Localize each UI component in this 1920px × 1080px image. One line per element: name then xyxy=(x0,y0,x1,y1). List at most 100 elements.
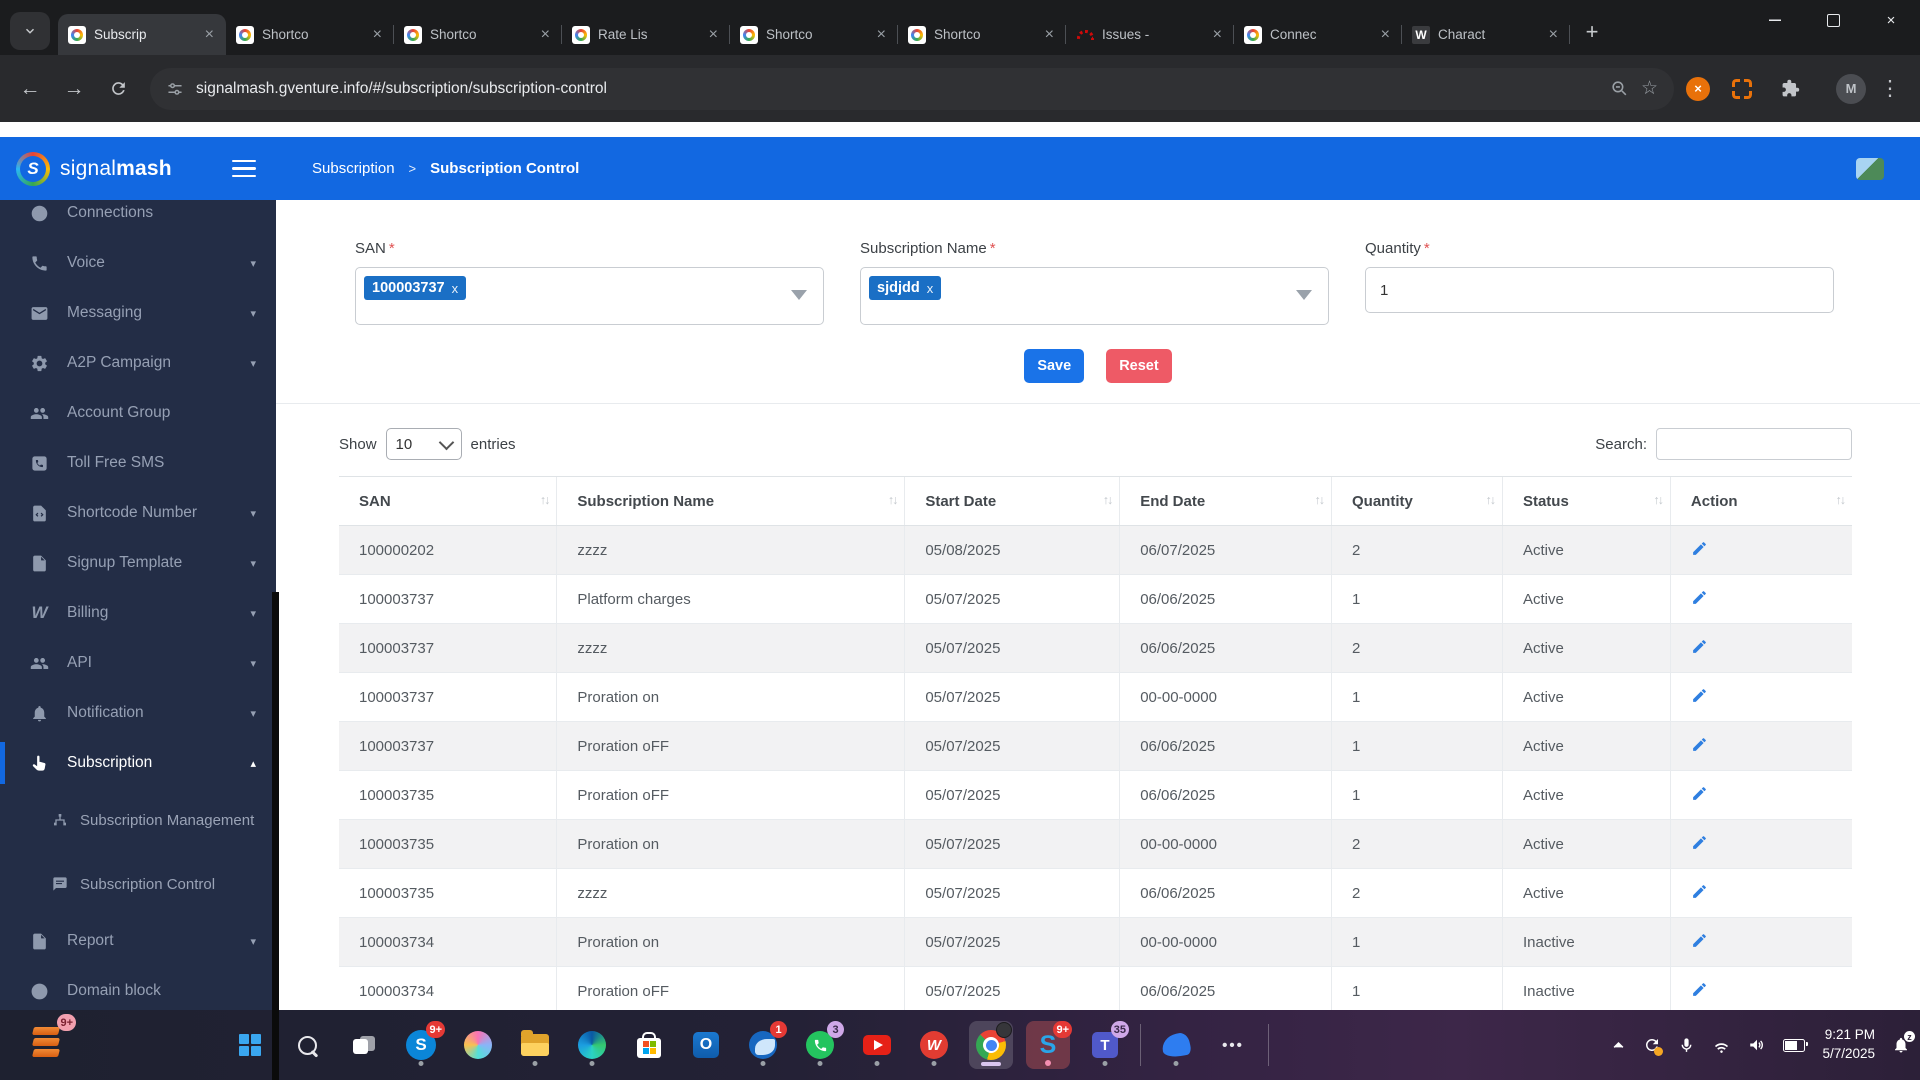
address-bar[interactable]: signalmash.gventure.info/#/subscription/… xyxy=(150,67,1674,110)
wifi-tray-icon[interactable] xyxy=(1712,1036,1731,1055)
maximize-button[interactable] xyxy=(1804,0,1862,40)
reload-button[interactable] xyxy=(98,69,138,109)
tab-close-icon[interactable]: × xyxy=(1211,26,1224,44)
san-chip[interactable]: 100003737 x xyxy=(364,276,467,300)
browser-tab[interactable]: Subscrip × xyxy=(58,14,226,55)
hidden-icons-button[interactable] xyxy=(1611,1038,1626,1053)
microphone-tray-icon[interactable] xyxy=(1678,1037,1695,1054)
tab-close-icon[interactable]: × xyxy=(875,26,888,44)
chip-remove-icon[interactable]: x xyxy=(927,281,934,296)
column-header[interactable]: SAN ↑↓ xyxy=(339,476,557,526)
tab-close-icon[interactable]: × xyxy=(371,26,384,44)
edit-button[interactable] xyxy=(1691,834,1708,851)
sidebar-item-subscription[interactable]: Subscription ▴ xyxy=(0,738,276,788)
sync-tray-icon[interactable] xyxy=(1643,1036,1664,1056)
back-button[interactable]: ← xyxy=(10,69,50,109)
tab-close-icon[interactable]: × xyxy=(1043,26,1056,44)
sidebar-item-api[interactable]: API ▾ xyxy=(0,638,276,688)
browser-tab[interactable]: Shortco × xyxy=(226,14,394,55)
edit-button[interactable] xyxy=(1691,589,1708,606)
zoom-icon[interactable] xyxy=(1610,79,1629,98)
teams-button[interactable]: T 35 xyxy=(1083,1021,1129,1069)
taskbar-clock[interactable]: 9:21 PM 5/7/2025 xyxy=(1822,1026,1875,1064)
breadcrumb-root[interactable]: Subscription xyxy=(312,160,395,177)
taskbar-corner-app-icon[interactable]: 9+ xyxy=(24,1014,76,1066)
sidebar-subitem-subscription-management[interactable]: Subscription Management xyxy=(0,788,276,852)
chrome-button[interactable] xyxy=(969,1021,1013,1069)
edit-button[interactable] xyxy=(1691,687,1708,704)
sidebar-item-shortcode-number[interactable]: Shortcode Number ▾ xyxy=(0,488,276,538)
subscription-name-select[interactable]: sjdjdd x xyxy=(860,267,1329,325)
minimize-button[interactable] xyxy=(1746,0,1804,40)
outlook-button[interactable]: O xyxy=(684,1021,728,1069)
battery-tray-icon[interactable] xyxy=(1783,1038,1809,1052)
sidebar-toggle-button[interactable] xyxy=(228,156,260,182)
skype-app-button[interactable]: S 9+ xyxy=(399,1021,445,1069)
bookmark-star-icon[interactable]: ☆ xyxy=(1641,77,1658,100)
site-info-icon[interactable] xyxy=(166,80,184,98)
column-header[interactable]: End Date ↑↓ xyxy=(1119,476,1332,526)
sidebar-item-notification[interactable]: Notification ▾ xyxy=(0,688,276,738)
close-button[interactable]: × xyxy=(1862,0,1920,40)
tab-close-icon[interactable]: × xyxy=(707,26,720,44)
notifications-button[interactable]: z xyxy=(1892,1031,1915,1054)
browser-menu-button[interactable]: ⋮ xyxy=(1870,69,1910,109)
wps-office-button[interactable]: W xyxy=(912,1021,956,1069)
edit-button[interactable] xyxy=(1691,540,1708,557)
sidebar-item-toll-free-sms[interactable]: Toll Free SMS xyxy=(0,438,276,488)
copilot-button[interactable] xyxy=(456,1021,500,1069)
tab-close-icon[interactable]: × xyxy=(1547,26,1560,44)
sidebar-item-account-group[interactable]: Account Group xyxy=(0,388,276,438)
task-view-button[interactable] xyxy=(342,1021,386,1069)
page-size-select[interactable]: 10 xyxy=(385,428,462,460)
forward-button[interactable]: → xyxy=(54,69,94,109)
whatsapp-button[interactable]: 3 xyxy=(798,1021,844,1069)
edge-button[interactable] xyxy=(570,1021,614,1069)
start-button[interactable] xyxy=(228,1021,272,1069)
tab-close-icon[interactable]: × xyxy=(539,26,552,44)
sidebar-subitem-subscription-control[interactable]: Subscription Control xyxy=(0,852,276,916)
browser-tab[interactable]: Shortco × xyxy=(898,14,1066,55)
youtube-button[interactable] xyxy=(855,1021,899,1069)
column-header[interactable]: Status ↑↓ xyxy=(1501,476,1671,526)
sidebar-item-voice[interactable]: Voice ▾ xyxy=(0,238,276,288)
profile-avatar[interactable]: M xyxy=(1836,73,1866,104)
edit-button[interactable] xyxy=(1691,932,1708,949)
tab-search-button[interactable] xyxy=(10,12,50,50)
browser-tab[interactable]: Shortco × xyxy=(730,14,898,55)
column-header[interactable]: Subscription Name ↑↓ xyxy=(556,476,905,526)
screen-capture-extension-icon[interactable] xyxy=(1732,79,1752,99)
tab-close-icon[interactable]: × xyxy=(1379,26,1392,44)
sidebar-item-messaging[interactable]: Messaging ▾ xyxy=(0,288,276,338)
edit-button[interactable] xyxy=(1691,785,1708,802)
extensions-button[interactable] xyxy=(1770,69,1810,109)
save-button[interactable]: Save xyxy=(1024,349,1085,383)
search-input[interactable] xyxy=(1656,428,1852,460)
dolphin-app-button[interactable] xyxy=(1154,1021,1198,1069)
browser-tab[interactable]: Connec × xyxy=(1234,14,1402,55)
browser-tab[interactable]: Issues - × xyxy=(1066,14,1234,55)
file-explorer-button[interactable] xyxy=(513,1021,557,1069)
sidebar-item-report[interactable]: Report ▾ xyxy=(0,916,276,966)
tab-close-icon[interactable]: × xyxy=(203,26,216,44)
quantity-input[interactable] xyxy=(1365,267,1834,313)
san-select[interactable]: 100003737 x xyxy=(355,267,824,325)
header-avatar-image[interactable] xyxy=(1856,157,1884,180)
column-header[interactable]: Action ↑↓ xyxy=(1669,476,1852,526)
sidebar-item-signup-template[interactable]: Signup Template ▾ xyxy=(0,538,276,588)
thunderbird-button[interactable]: 1 xyxy=(741,1021,787,1069)
column-header[interactable]: Start Date ↑↓ xyxy=(904,476,1120,526)
sidebar-scrollbar[interactable] xyxy=(272,592,279,1080)
signalmash-app-button[interactable]: S 9+ xyxy=(1026,1021,1072,1069)
column-header[interactable]: Quantity ↑↓ xyxy=(1331,476,1503,526)
edit-button[interactable] xyxy=(1691,883,1708,900)
browser-tab[interactable]: Rate Lis × xyxy=(562,14,730,55)
chip-remove-icon[interactable]: x xyxy=(452,281,459,296)
taskbar-search-button[interactable] xyxy=(285,1021,329,1069)
edit-button[interactable] xyxy=(1691,638,1708,655)
edit-button[interactable] xyxy=(1691,981,1708,998)
sidebar-item-domain-block[interactable]: Domain block xyxy=(0,966,276,1010)
reset-button[interactable]: Reset xyxy=(1106,349,1172,383)
taskbar-more-button[interactable]: ••• xyxy=(1211,1021,1255,1069)
sidebar-item-billing[interactable]: W Billing ▾ xyxy=(0,588,276,638)
